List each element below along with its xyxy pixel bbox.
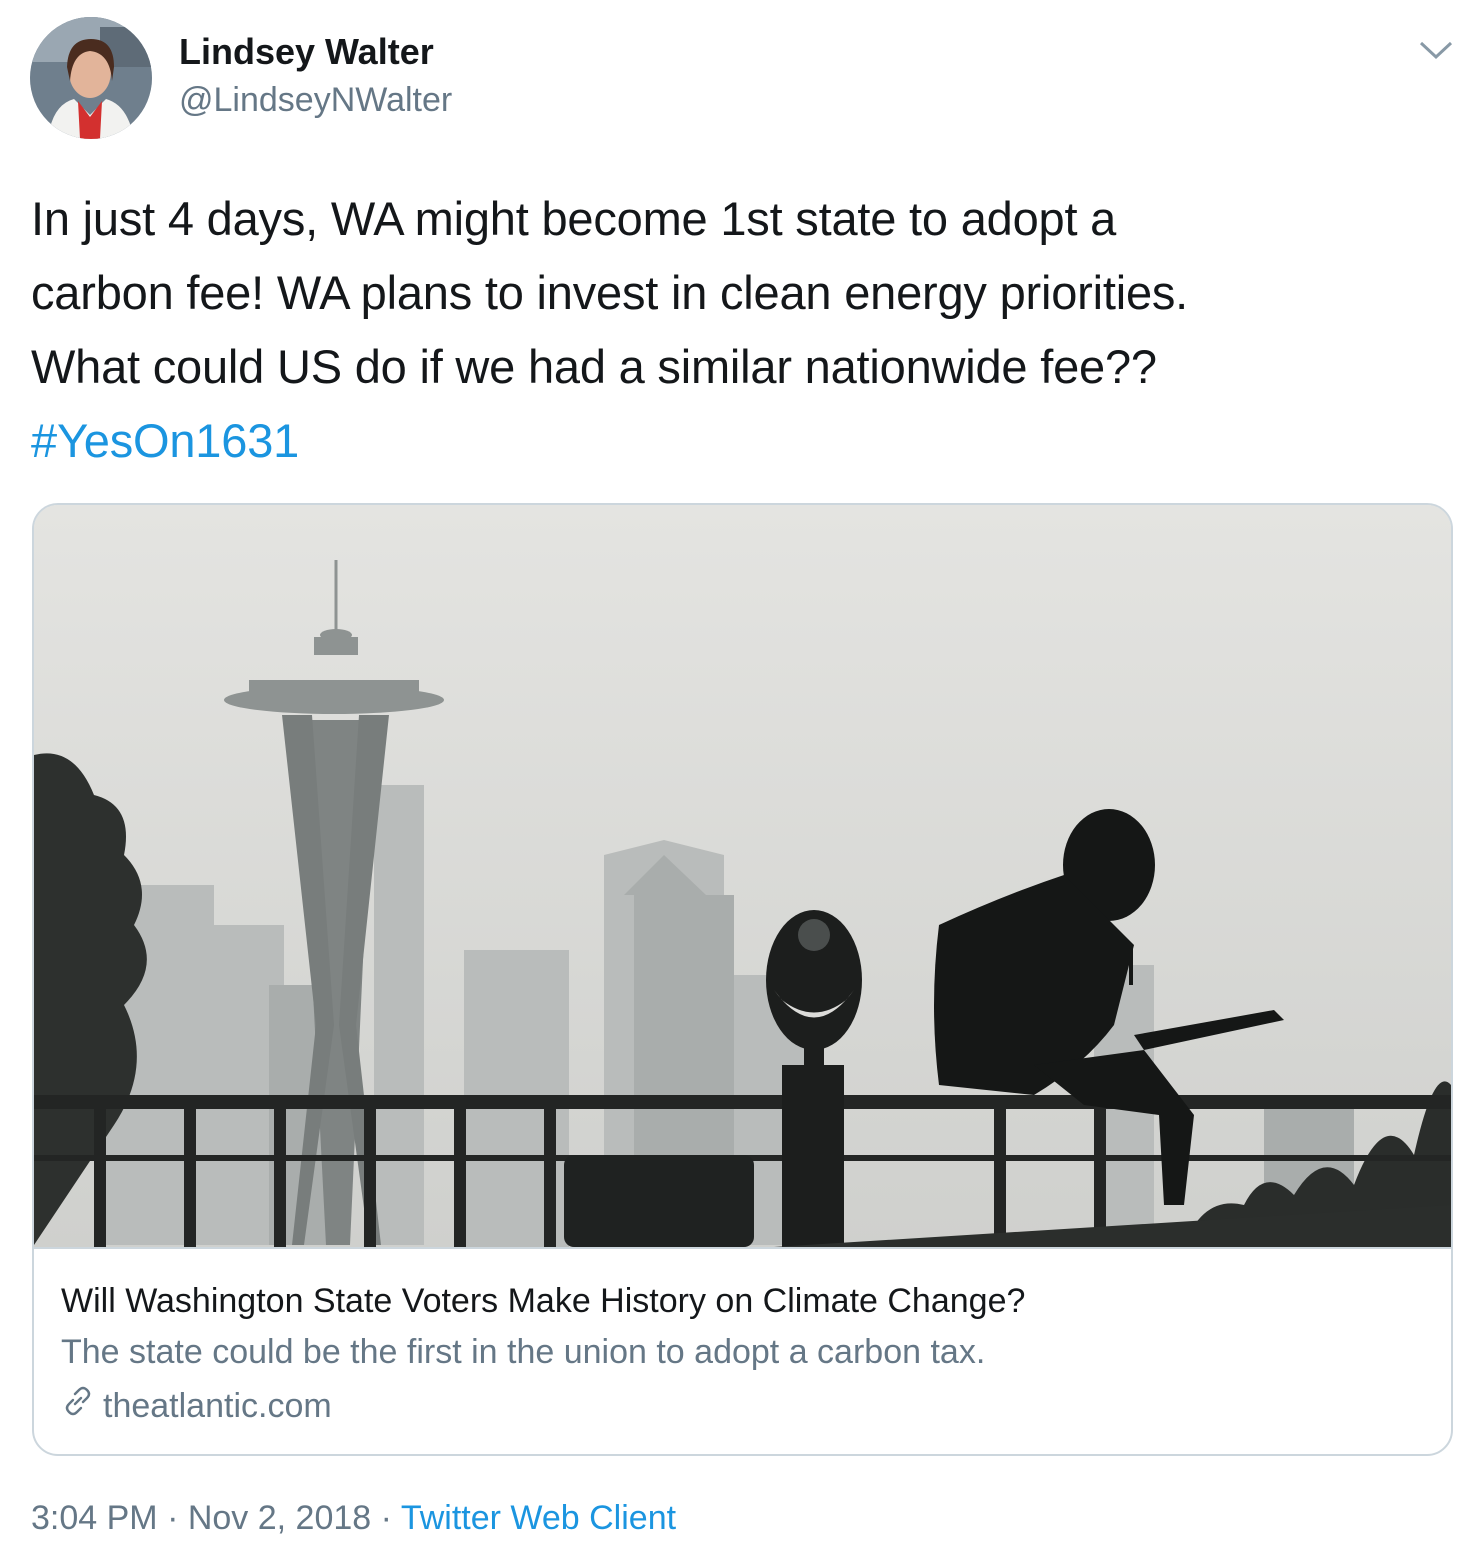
card-description: The state could be the first in the unio… [61,1333,986,1371]
footer-separator: · [371,1499,401,1537]
tweet-date[interactable]: Nov 2, 2018 [188,1499,371,1537]
card-image[interactable] [34,505,1451,1247]
tweet: Lindsey Walter @LindseyNWalter In just 4… [0,0,1480,1552]
tweet-footer: 3:04 PM · Nov 2, 2018 · Twitter Web Clie… [31,1496,676,1540]
source-client-link[interactable]: Twitter Web Client [401,1499,676,1537]
tweet-text-line: What could US do if we had a similar nat… [31,340,1157,393]
hashtag-link[interactable]: #YesOn1631 [31,404,1451,478]
card-title[interactable]: Will Washington State Voters Make Histor… [61,1280,1025,1322]
tweet-text: In just 4 days, WA might become 1st stat… [31,182,1451,478]
tweet-text-line: In just 4 days, WA might become 1st stat… [31,192,1117,245]
card-domain-text: theatlantic.com [103,1387,332,1425]
user-handle[interactable]: @LindseyNWalter [179,80,452,120]
chevron-down-icon[interactable] [1416,38,1456,62]
tweet-text-line: carbon fee! WA plans to invest in clean … [31,266,1189,319]
link-card[interactable]: Will Washington State Voters Make Histor… [32,503,1453,1456]
footer-separator: · [157,1499,188,1537]
tweet-time[interactable]: 3:04 PM [31,1499,158,1537]
link-icon [61,1384,95,1428]
card-domain[interactable]: theatlantic.com [61,1384,332,1428]
avatar[interactable] [30,17,152,139]
avatar-image [30,17,152,139]
card-divider [34,1247,1451,1249]
display-name[interactable]: Lindsey Walter [179,32,434,72]
